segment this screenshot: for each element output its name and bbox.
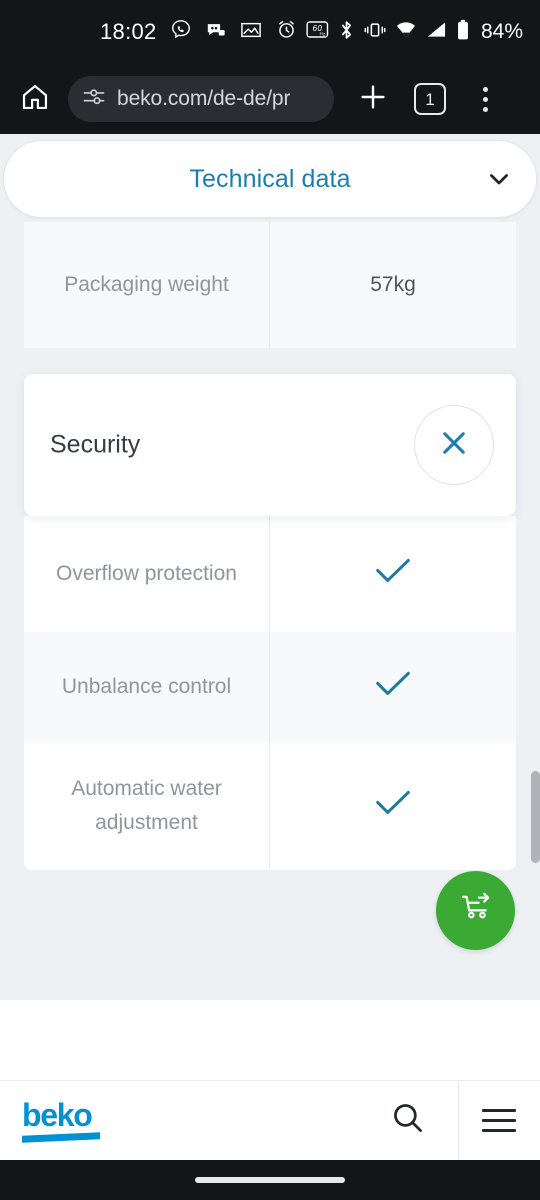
home-icon	[20, 82, 50, 117]
close-button[interactable]	[414, 405, 494, 485]
spec-value-check	[270, 516, 516, 632]
browser-toolbar: beko.com/de-de/pr 1	[0, 64, 540, 134]
spec-label: Unbalance control	[24, 632, 270, 742]
site-footer-bar: beko	[0, 1080, 540, 1161]
table-row: Packaging weight 57kg	[24, 222, 516, 348]
checkmark-icon	[373, 554, 413, 594]
beko-logo-underline	[22, 1131, 100, 1143]
table-row: Overflow protection	[24, 516, 516, 632]
vibrate-icon	[364, 20, 386, 45]
refresh-rate-60hz-icon: 60 Hz	[306, 20, 329, 44]
menu-button[interactable]	[477, 1099, 521, 1143]
close-x-icon	[437, 426, 471, 465]
plus-icon	[358, 82, 388, 117]
beko-logo[interactable]: beko	[22, 1097, 108, 1143]
bluetooth-icon	[338, 19, 355, 46]
security-section-card: Security	[24, 374, 516, 516]
footer-divider	[458, 1081, 459, 1161]
cart-arrow-icon	[456, 888, 496, 933]
gallery-icon	[240, 20, 262, 45]
tab-count-label: 1	[425, 89, 435, 109]
wifi-icon	[395, 20, 417, 44]
spec-label: Overflow protection	[24, 516, 270, 632]
add-to-cart-button[interactable]	[436, 871, 515, 950]
url-bar[interactable]: beko.com/de-de/pr	[68, 76, 334, 122]
search-icon	[391, 1101, 425, 1140]
home-gesture-pill[interactable]	[195, 1177, 345, 1183]
three-dot-menu-icon	[482, 86, 488, 92]
hamburger-menu-icon	[482, 1109, 516, 1112]
status-bar: 18:02 60 Hz 84%	[0, 0, 540, 64]
messaging-icon	[205, 20, 227, 45]
url-text: beko.com/de-de/pr	[117, 87, 291, 110]
new-tab-button[interactable]	[356, 82, 390, 116]
three-dot-menu-icon-dot2	[482, 96, 488, 102]
battery-percent-label: 84%	[480, 20, 523, 43]
security-title: Security	[50, 430, 141, 459]
battery-icon	[456, 19, 470, 46]
technical-data-label: Technical data	[189, 164, 351, 193]
status-clock: 18:02	[100, 19, 157, 44]
alarm-icon	[276, 19, 297, 45]
svg-text:Hz: Hz	[320, 32, 326, 38]
table-row: Unbalance control	[24, 632, 516, 742]
cellular-signal-icon	[426, 20, 447, 44]
web-page-viewport: Technical data Packaging weight 57kg Sec…	[0, 134, 540, 1156]
search-button[interactable]	[386, 1099, 430, 1143]
status-bar-left: 18:02	[100, 19, 262, 46]
page-info-icon[interactable]	[82, 87, 106, 112]
spec-value-check	[270, 742, 516, 870]
hamburger-menu-icon-line2	[482, 1119, 516, 1122]
three-dot-menu-icon-dot3	[482, 106, 488, 112]
page-scrollbar[interactable]	[531, 771, 540, 863]
spec-value-check	[270, 632, 516, 742]
phone-screen: 18:02 60 Hz 84% beko.com/de-de/pr 1 Tech…	[0, 0, 540, 1200]
table-row: Automatic water adjustment	[24, 742, 516, 870]
chevron-down-icon[interactable]	[484, 164, 514, 194]
tab-switcher-button[interactable]: 1	[414, 83, 446, 115]
checkmark-icon	[373, 667, 413, 707]
spec-label: Automatic water adjustment	[24, 742, 270, 870]
browser-menu-button[interactable]	[470, 82, 500, 116]
status-bar-right: 60 Hz 84%	[276, 19, 523, 46]
spec-value: 57kg	[370, 273, 416, 296]
viber-icon	[170, 19, 192, 46]
spec-label: Packaging weight	[24, 222, 270, 348]
home-button[interactable]	[18, 82, 52, 116]
checkmark-icon	[373, 786, 413, 826]
hamburger-menu-icon-line3	[482, 1129, 516, 1132]
technical-data-selector[interactable]: Technical data	[3, 140, 537, 218]
beko-logo-text: beko	[22, 1097, 93, 1134]
system-navigation-bar	[0, 1160, 540, 1200]
svg-text:60: 60	[313, 24, 323, 33]
